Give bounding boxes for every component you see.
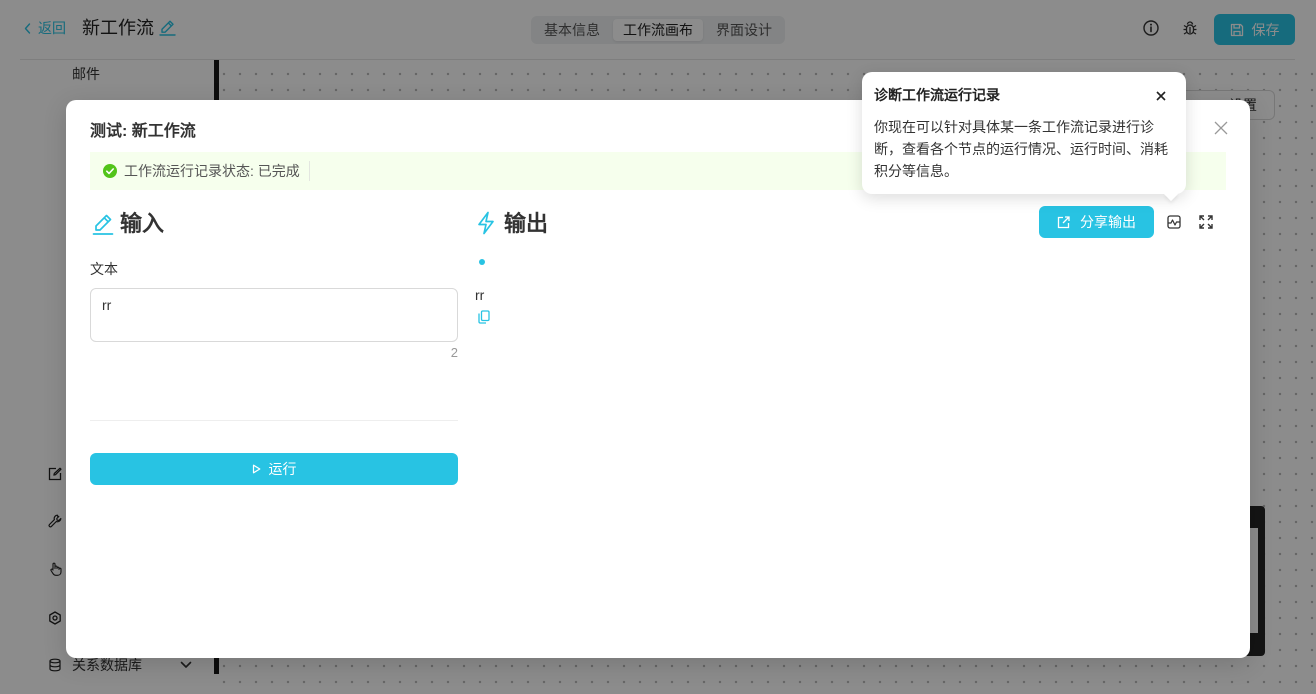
share-output-button[interactable]: 分享输出 <box>1039 206 1154 238</box>
modal-title: 测试: 新工作流 <box>90 123 196 140</box>
external-link-icon <box>1057 215 1070 229</box>
text-field-label: 文本 <box>90 261 118 277</box>
input-divider <box>90 420 458 421</box>
lightning-icon <box>476 211 496 235</box>
tooltip-body: 你现在可以针对具体某一条工作流记录进行诊断，查看各个节点的运行情况、运行时间、消… <box>874 119 1168 179</box>
char-count: 2 <box>450 345 458 360</box>
close-icon[interactable] <box>1156 91 1166 101</box>
play-icon <box>252 464 261 474</box>
share-output-label: 分享输出 <box>1080 214 1136 230</box>
run-button[interactable]: 运行 <box>90 453 458 485</box>
output-heading: 输出 <box>504 211 549 236</box>
check-circle-icon <box>103 164 117 178</box>
run-label: 运行 <box>268 461 297 477</box>
fullscreen-icon[interactable] <box>1199 215 1213 229</box>
close-icon[interactable] <box>1214 121 1228 135</box>
output-bullet <box>479 259 485 265</box>
input-heading: 输入 <box>120 211 165 236</box>
copy-icon[interactable] <box>478 310 490 324</box>
run-status-text: 工作流运行记录状态: 已完成 <box>124 163 300 179</box>
pencil-icon <box>92 213 114 235</box>
diagnose-icon[interactable] <box>1167 215 1181 229</box>
diagnose-tooltip: 诊断工作流运行记录 你现在可以针对具体某一条工作流记录进行诊断，查看各个节点的运… <box>862 72 1186 202</box>
text-input[interactable]: rr <box>90 288 458 342</box>
output-value: rr <box>475 287 485 303</box>
status-divider <box>308 161 310 181</box>
tooltip-title: 诊断工作流运行记录 <box>874 87 1000 103</box>
